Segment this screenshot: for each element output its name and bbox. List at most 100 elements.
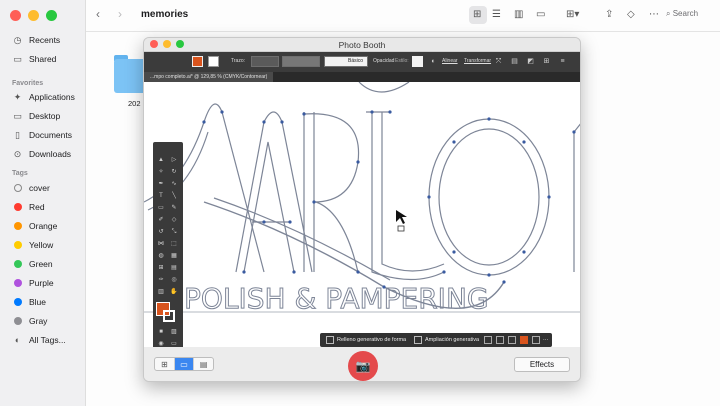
sidebar-item-label: Recents [29,35,61,45]
video-icon[interactable]: ▤ [194,358,213,370]
column-view-icon[interactable]: ▥ [514,9,523,20]
tag-dot-icon [13,279,22,287]
sidebar-item-label: Blue [29,297,47,307]
align-label: Alinear [442,58,458,64]
download-icon: ⊙ [13,148,22,159]
photo-booth-title: Photo Booth [338,40,386,50]
sidebar-item-shared[interactable]: ▭ Shared [12,51,56,67]
sidebar-item-downloads[interactable]: ⊙ Downloads [12,146,71,162]
graph-tool-icon: ▥ [158,289,164,295]
favorites-header: Favorites [12,80,44,87]
finder-sidebar: ◷ Recents ▭ Shared Favorites ✦ Applicati… [0,0,86,406]
document-tab: ...mpo completo.ai* @ 129,85 % (CMYK/Con… [144,72,274,82]
sidebar-item-recents[interactable]: ◷ Recents [12,32,61,48]
shape-builder-icon: ◍ [158,253,164,259]
stroke-weight-field [251,56,279,67]
letter-outline-artwork: POLISH & PAMPERING [144,82,580,316]
sidebar-tag-red[interactable]: Red [12,199,45,215]
tag-dot-icon [13,184,22,192]
sidebar-item-label: Desktop [29,111,61,121]
sidebar-item-applications[interactable]: ✦ Applications [12,89,75,105]
close-button[interactable] [10,10,21,21]
style-label: Estilo: [395,58,409,64]
tags-header: Tags [12,170,28,177]
tag-dot-icon [13,298,22,306]
style-swatch [412,56,423,67]
sidebar-tag-gray[interactable]: Gray [12,313,47,329]
tag-icon[interactable]: ◇ [627,9,635,20]
four-up-icon[interactable]: ⊞ [155,358,175,370]
sidebar-tag-green[interactable]: Green [12,256,53,272]
finder-window: ◷ Recents ▭ Shared Favorites ✦ Applicati… [0,0,720,406]
sidebar-tag-blue[interactable]: Blue [12,294,46,310]
pathfinder-icon: ◩ [527,58,534,65]
more-icon[interactable]: ⋯ [649,9,659,20]
width-tool-icon: ⋈ [158,241,164,247]
single-photo-icon[interactable]: ▭ [174,358,195,370]
sidebar-tag-yellow[interactable]: Yellow [12,237,53,253]
window-controls [10,10,57,21]
sidebar-item-label: cover [29,183,50,193]
rotate-tool-icon: ↺ [158,229,164,235]
brush-tool-icon: ✎ [171,205,177,211]
mesh-tool-icon: ⊞ [158,265,164,271]
sidebar-tag-purple[interactable]: Purple [12,275,54,291]
gallery-view-icon[interactable]: ▭ [536,9,545,20]
tag-dot-icon [13,260,22,268]
effects-button[interactable]: Effects [514,357,570,372]
direct-selection-tool-icon: ▷ [171,157,177,163]
fill-swatch [192,56,203,67]
illustrator-tools-panel: ▲ ▷ ✧ ↻ ✒ ∿ T ╲ ▭ ✎ ✐ ◇ ↺ ⤡ ⋈ ⬚ ◍ ▦ ⊞ ▤ … [153,142,183,370]
back-button[interactable]: ‹ [96,7,100,21]
forward-button[interactable]: › [118,7,122,21]
sidebar-item-documents[interactable]: ▯ Documents [12,127,72,143]
share-icon[interactable]: ⇪ [605,9,613,20]
illustrator-control-bar: Trazo: Básico Opacidad Estilo: ◐ Alinear… [144,52,580,72]
take-photo-button[interactable]: 📷 [348,351,378,381]
gradient-mode-icon: ▨ [171,329,177,335]
grid-icon: ⊞ [543,58,550,65]
sidebar-item-label: Documents [29,130,72,140]
icon-view-icon[interactable]: ⊞ [473,9,481,20]
clock-icon: ◷ [13,34,22,45]
sidebar-item-label: Orange [29,221,58,231]
generative-fill-label: Relleno generativo de forma [337,337,407,343]
generative-expand-label: Ampliación generativa [425,337,480,343]
sidebar-tag-orange[interactable]: Orange [12,218,57,234]
stroke-label: Trazo: [231,58,245,64]
eyedropper-icon: ✑ [158,277,164,283]
transform-label: Transformar [464,58,492,64]
free-transform-icon: ⬚ [171,241,177,247]
pathfinder-icon [508,336,516,344]
recolor-icon: ◐ [431,58,436,65]
sidebar-item-label: Green [29,259,53,269]
gradient-tool-icon: ▤ [171,265,177,271]
search-field[interactable]: ⌕ Search [666,9,698,19]
stroke-swatch [208,56,219,67]
photo-booth-titlebar: Photo Booth [144,38,580,52]
zoom-button[interactable] [46,10,57,21]
fill-chip-icon [520,336,528,344]
group-icon[interactable]: ⊞▾ [566,9,579,20]
photo-booth-toolbar: ⊞ ▭ ▤ 📷 Effects [144,347,580,381]
minimize-button[interactable] [28,10,39,21]
basic-label: Básico [348,58,364,64]
tag-dot-icon [13,241,22,249]
stroke-color-swatch [163,310,175,322]
sidebar-item-desktop[interactable]: ▭ Desktop [12,108,60,124]
list-view-icon[interactable]: ☰ [492,9,501,20]
camera-preview: Trazo: Básico Opacidad Estilo: ◐ Alinear… [144,52,580,370]
tag-dot-icon [13,203,22,211]
window-title: memories [141,9,189,20]
tag-dot-icon [13,317,22,325]
more-options-icon: ⋯ [543,337,549,343]
document-icon: ▯ [15,129,20,140]
shaper-tool-icon: ✐ [158,217,164,223]
perspective-icon: ▦ [171,253,177,259]
sidebar-all-tags[interactable]: ◐ All Tags... [12,332,66,348]
color-mode-icon: ■ [159,329,163,335]
opacity-label: Opacidad [373,58,395,64]
recolor-icon [496,336,504,344]
sidebar-tag-cover[interactable]: cover [12,180,50,196]
generative-fill-icon [326,336,334,344]
